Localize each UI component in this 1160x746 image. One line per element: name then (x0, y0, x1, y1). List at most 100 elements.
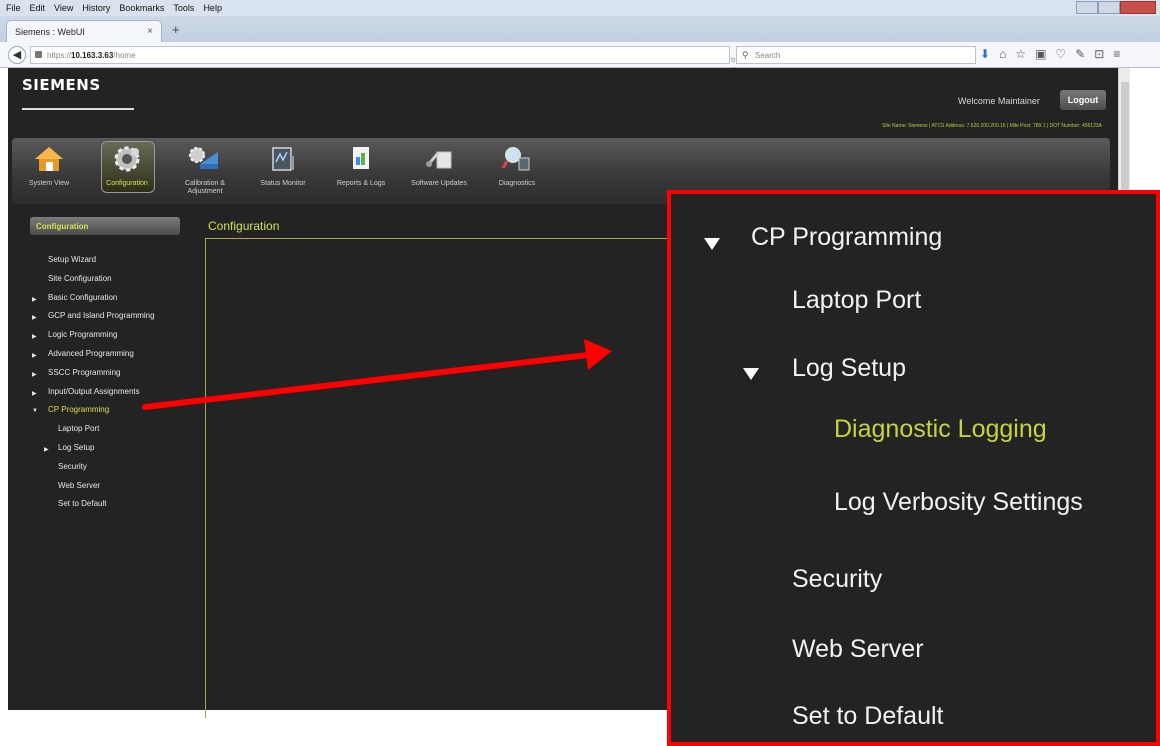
gears-icon (114, 146, 140, 172)
tool-diagnostics[interactable]: Diagnostics (482, 138, 552, 202)
browser-search-input[interactable]: ⚲ Search (736, 46, 976, 64)
new-tab-button[interactable]: + (172, 22, 180, 37)
tree-expand-arrow-icon[interactable]: ▶ (32, 390, 37, 397)
tree-item-basic-configuration[interactable]: ▶ Basic Configuration (32, 292, 202, 311)
tool-label: Status Monitor (260, 180, 306, 187)
bookmark-star-icon[interactable]: ☆ (1015, 47, 1026, 61)
zoom-security[interactable]: Security (792, 565, 882, 594)
browser-nav-bar: ◀ https://10.163.3.63/home ▿ C ⚲ Search … (0, 42, 1160, 76)
url-bar[interactable]: https://10.163.3.63/home ▿ C (30, 46, 738, 76)
tab-title: Siemens : WebUI (15, 27, 85, 37)
minimize-button[interactable] (1076, 1, 1098, 14)
tree-expand-arrow-icon[interactable]: ▶ (32, 352, 37, 359)
tool-label: System View (28, 180, 70, 187)
tree-item-laptop-port[interactable]: Laptop Port (32, 423, 202, 442)
content-title: Configuration (208, 219, 280, 233)
url-prefix: https:// (47, 51, 72, 60)
menu-file[interactable]: File (6, 3, 21, 13)
menu-edit[interactable]: Edit (30, 3, 46, 13)
tree-item-label: Site Configuration (48, 273, 112, 283)
welcome-text: Welcome Maintainer (958, 96, 1040, 106)
menu-history[interactable]: History (82, 3, 110, 13)
zoom-web-server[interactable]: Web Server (792, 635, 924, 664)
url-host: 10.163.3.63 (71, 51, 114, 60)
tree-item-web-server[interactable]: Web Server (32, 480, 202, 499)
tree-item-gcp-island-programming[interactable]: ▶ GCP and Island Programming (32, 310, 202, 329)
screenshot-icon[interactable]: ⊡ (1094, 47, 1104, 61)
tree-collapse-arrow-icon[interactable]: ▼ (32, 408, 38, 414)
tree-item-site-configuration[interactable]: Site Configuration (32, 273, 202, 292)
tool-system-view[interactable]: System View (14, 138, 84, 202)
tool-configuration[interactable]: Configuration (92, 138, 162, 202)
tree-item-log-setup[interactable]: ▶ Log Setup (32, 442, 202, 461)
tool-status-monitor[interactable]: Status Monitor (248, 138, 318, 202)
logout-button[interactable]: Logout (1060, 90, 1106, 110)
tree-expand-arrow-icon[interactable]: ▶ (44, 446, 49, 453)
tree-item-set-to-default[interactable]: Set to Default (32, 498, 202, 517)
scrollbar-thumb[interactable] (1121, 82, 1129, 192)
zoom-cp-programming[interactable]: CP Programming (751, 223, 942, 252)
tree-item-logic-programming[interactable]: ▶ Logic Programming (32, 329, 202, 348)
hamburger-menu-icon[interactable]: ≡ (1113, 47, 1120, 61)
tree-expand-arrow-icon[interactable]: ▶ (32, 333, 37, 340)
report-document-icon (353, 147, 369, 169)
tree-item-label: Security (58, 461, 87, 471)
download-icon[interactable]: ⬇ (980, 47, 990, 61)
browser-menu-bar: File Edit View History Bookmarks Tools H… (0, 0, 1160, 16)
tool-label: Reports & Logs (336, 180, 386, 187)
window-controls (1076, 1, 1156, 14)
tree-item-io-assignments[interactable]: ▶ Input/Output Assignments (32, 386, 202, 405)
maximize-button[interactable] (1098, 1, 1120, 14)
tree-expand-arrow-icon[interactable]: ▶ (32, 296, 37, 303)
tree-item-label: Log Setup (58, 442, 95, 452)
zoom-diagnostic-logging[interactable]: Diagnostic Logging (834, 415, 1047, 444)
bookmarks-list-icon[interactable]: ▣ (1035, 47, 1046, 61)
tool-label: Diagnostics (498, 180, 536, 187)
tree-item-security[interactable]: Security (32, 461, 202, 480)
tree-item-label: Setup Wizard (48, 255, 97, 264)
tool-software-updates[interactable]: Software Updates (404, 138, 474, 202)
tree-item-advanced-programming[interactable]: ▶ Advanced Programming (32, 348, 202, 367)
tree-item-label: Input/Output Assignments (48, 386, 140, 396)
zoom-laptop-port[interactable]: Laptop Port (792, 286, 921, 315)
home-icon[interactable]: ⌂ (999, 47, 1006, 61)
tree-item-label: Advanced Programming (48, 348, 134, 358)
tool-label: Configuration (106, 180, 148, 187)
menu-view[interactable]: View (54, 3, 73, 13)
tree-item-label: GCP and Island Programming (48, 311, 155, 321)
lock-icon (35, 51, 42, 58)
site-info: Site Name: Siemens | ATCS Address: 7.620… (882, 123, 1102, 129)
zoom-log-verbosity-settings[interactable]: Log Verbosity Settings (834, 488, 1083, 517)
siemens-logo: SIEMENS (22, 76, 101, 94)
menu-bookmarks[interactable]: Bookmarks (119, 3, 164, 13)
tree-item-label: Set to Default (58, 499, 107, 509)
house-icon (35, 147, 63, 171)
menu-tools[interactable]: Tools (173, 3, 194, 13)
tree-item-sscc-programming[interactable]: ▶ SSCC Programming (32, 367, 202, 386)
browser-tab[interactable]: Siemens : WebUI × (6, 20, 162, 42)
pocket-icon[interactable]: ♡ (1055, 47, 1066, 61)
close-window-button[interactable] (1120, 1, 1156, 14)
collapse-arrow-icon[interactable] (743, 368, 759, 380)
zoom-set-to-default[interactable]: Set to Default (792, 702, 943, 731)
zoom-log-setup[interactable]: Log Setup (792, 354, 906, 383)
tool-reports-logs[interactable]: Reports & Logs (326, 138, 396, 202)
collapse-arrow-icon[interactable] (704, 238, 720, 250)
sidebar-tree: Setup Wizard Site Configuration ▶ Basic … (32, 254, 202, 517)
tree-item-cp-programming[interactable]: ▼ CP Programming (32, 404, 202, 423)
tree-item-label: CP Programming (48, 405, 110, 415)
search-placeholder: Search (755, 51, 781, 60)
sidebar-header: Configuration (30, 217, 180, 235)
tree-expand-arrow-icon[interactable]: ▶ (32, 314, 37, 321)
tree-item-label: Laptop Port (58, 424, 100, 434)
browser-toolbar-icons: ⬇ ⌂ ☆ ▣ ♡ ✎ ⊡ ≡ (980, 47, 1120, 61)
back-arrow-icon[interactable]: ◀ (8, 46, 26, 64)
tree-expand-arrow-icon[interactable]: ▶ (32, 371, 37, 378)
tool-calibration[interactable]: Calibration & Adjustment (170, 138, 240, 202)
tool-label: Calibration & Adjustment (184, 180, 226, 195)
tab-close-icon[interactable]: × (147, 26, 153, 37)
menu-help[interactable]: Help (203, 3, 222, 13)
tree-item-setup-wizard[interactable]: Setup Wizard (32, 254, 202, 273)
diagnostics-magnifier-icon (501, 147, 530, 171)
feather-icon[interactable]: ✎ (1075, 47, 1085, 61)
